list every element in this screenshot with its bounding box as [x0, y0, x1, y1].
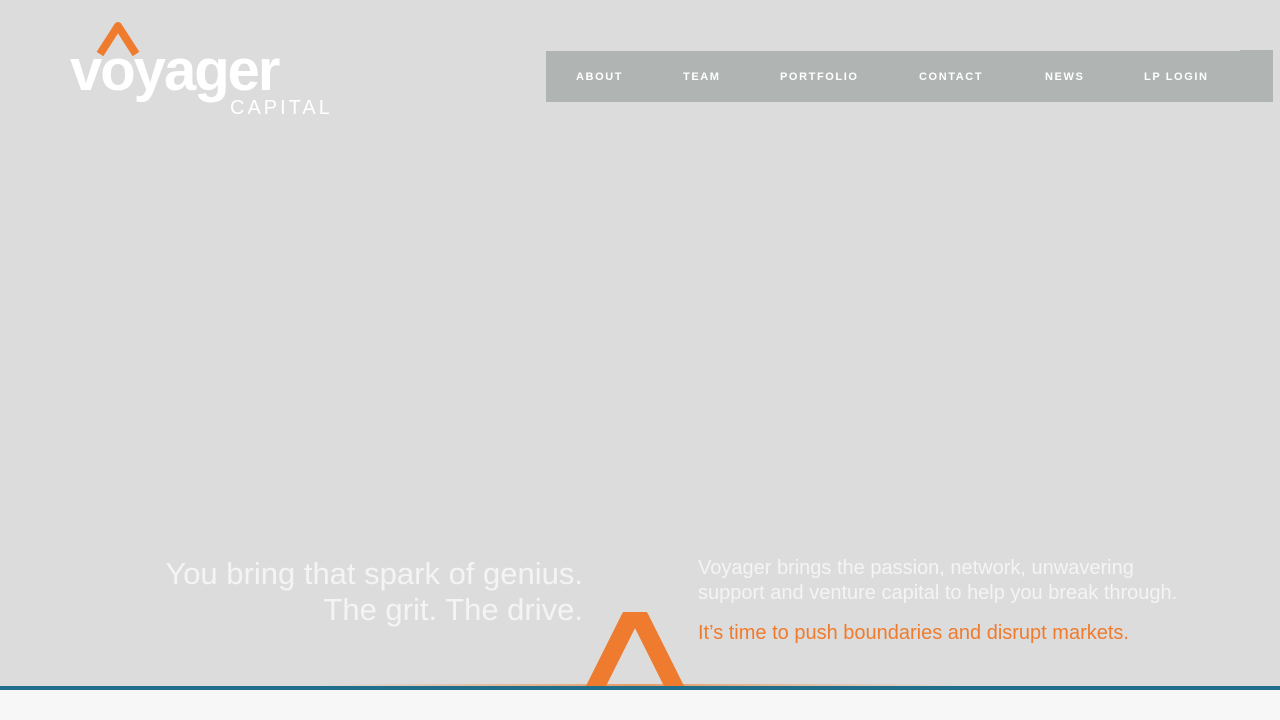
- footer-band: [0, 690, 1280, 720]
- hero-body-text: Voyager brings the passion, network, unw…: [698, 557, 1178, 604]
- hero-headline-line2: The grit. The drive.: [323, 592, 583, 627]
- hero-accent-text: It’s time to push boundaries and disrupt…: [698, 622, 1129, 644]
- nav-item-team[interactable]: TEAM: [683, 51, 721, 102]
- nav-item-about[interactable]: ABOUT: [576, 51, 623, 102]
- main-nav: ABOUT TEAM PORTFOLIO CONTACT NEWS LP LOG…: [546, 50, 1273, 102]
- nav-item-lp-login[interactable]: LP LOGIN: [1144, 51, 1209, 102]
- hero-chevron-icon: [585, 612, 685, 690]
- nav-item-portfolio[interactable]: PORTFOLIO: [780, 51, 859, 102]
- logo-wordmark: voyager: [70, 38, 280, 103]
- hero-headline-line1: You bring that spark of genius.: [165, 556, 583, 591]
- nav-item-contact[interactable]: CONTACT: [919, 51, 983, 102]
- nav-notch: [1240, 50, 1273, 52]
- hero-headline: You bring that spark of genius. The grit…: [103, 556, 583, 628]
- nav-item-news[interactable]: NEWS: [1045, 51, 1084, 102]
- logo-subtitle: CAPITAL: [230, 97, 333, 119]
- hero-section: voyager CAPITAL ABOUT TEAM PORTFOLIO CON…: [0, 0, 1280, 690]
- site-logo[interactable]: voyager CAPITAL: [70, 22, 332, 122]
